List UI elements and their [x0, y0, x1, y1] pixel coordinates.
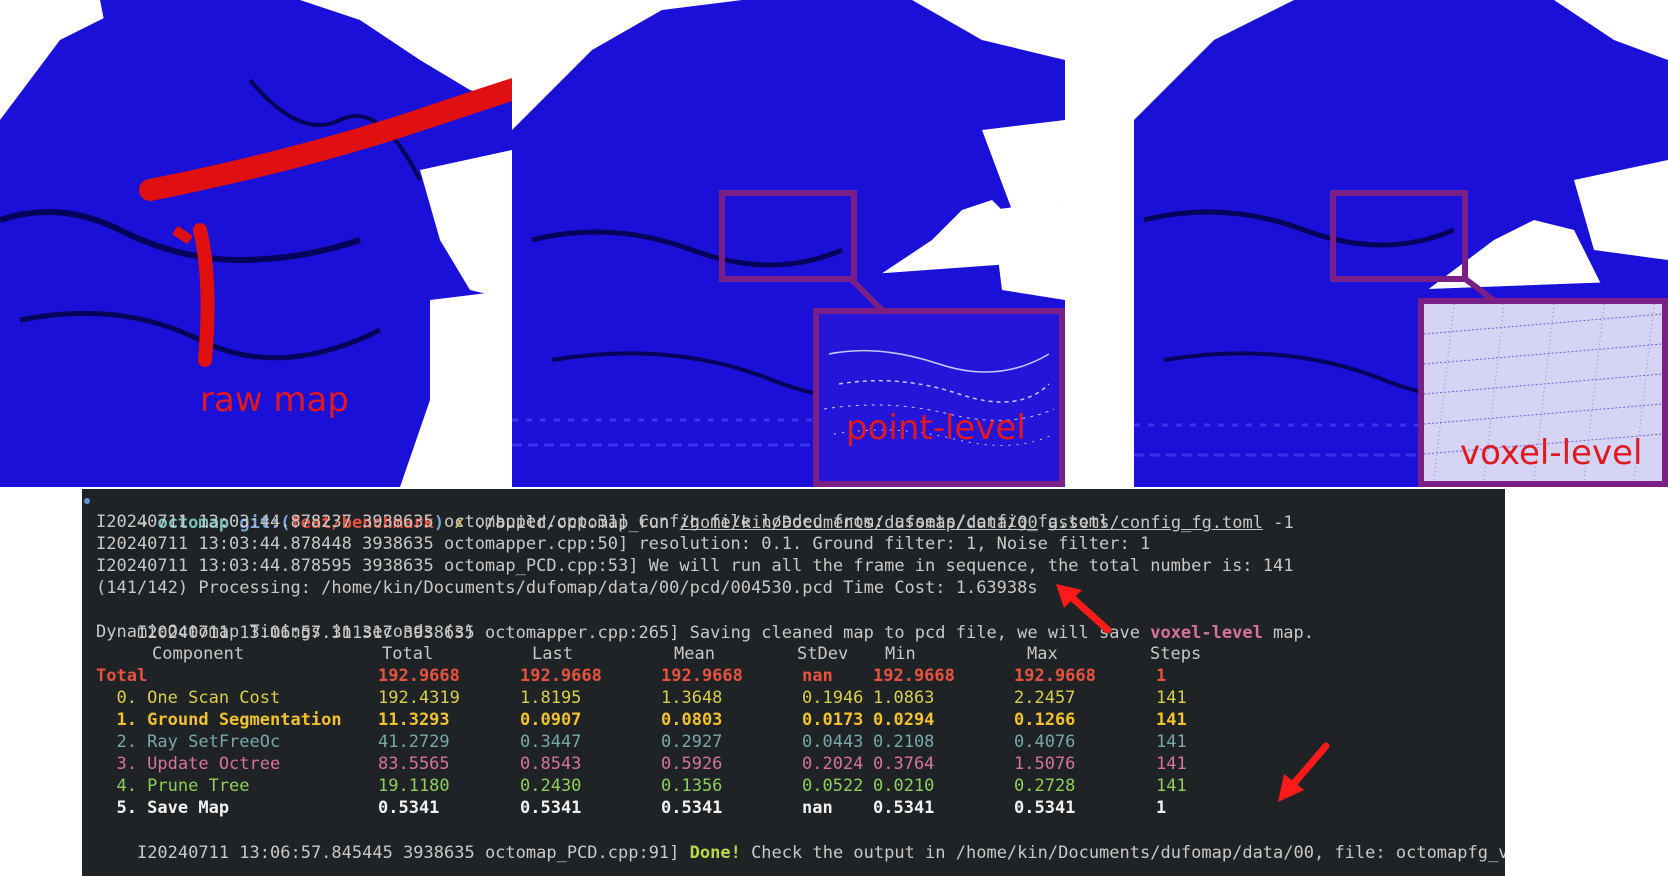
table-header-min: Min	[885, 644, 916, 664]
table-cell-max: 0.1266	[1014, 710, 1076, 730]
table-header-total: Total	[382, 644, 434, 664]
log-line: I20240711 13:03:44.878237 3938635 octoma…	[96, 512, 1110, 532]
save-log-line: I20240711 13:06:57.311317 3938635 octoma…	[96, 599, 1314, 643]
point-level-label: point-level	[846, 408, 1026, 448]
table-cell-max: 0.2728	[1014, 776, 1076, 796]
table-cell-max: 2.2457	[1014, 688, 1076, 708]
table-cell-last: 0.2430	[520, 776, 582, 796]
table-cell-component: 2. Ray SetFreeOc	[96, 732, 281, 752]
table-cell-steps: 141	[1156, 732, 1187, 752]
table-cell-last: 1.8195	[520, 688, 582, 708]
table-cell-mean: 192.9668	[661, 666, 743, 686]
table-cell-last: 0.8543	[520, 754, 582, 774]
raw-map-panel: raw map	[0, 0, 512, 487]
table-header-stdev: StDev	[797, 644, 849, 664]
log-line: (141/142) Processing: /home/kin/Document…	[96, 578, 1038, 598]
timings-title: DynamicOctomap Timings in seconds (s)	[96, 622, 475, 642]
terminal-window[interactable]: → octomap git:(feat/benchmark) ✗ ./build…	[82, 489, 1505, 876]
table-cell-min: 192.9668	[873, 666, 955, 686]
table-cell-last: 0.5341	[520, 798, 582, 818]
table-cell-min: 1.0863	[873, 688, 935, 708]
table-cell-stdev: 0.1946	[802, 688, 864, 708]
table-cell-mean: 0.5341	[661, 798, 723, 818]
table-header-last: Last	[532, 644, 573, 664]
table-cell-min: 0.5341	[873, 798, 935, 818]
table-cell-min: 0.0210	[873, 776, 935, 796]
table-cell-component: 3. Update Octree	[96, 754, 281, 774]
table-cell-component: 4. Prune Tree	[96, 776, 250, 796]
table-header-component: Component	[152, 644, 245, 664]
table-cell-component: 1. Ground Segmentation	[96, 710, 342, 730]
table-cell-component: Total	[96, 666, 148, 686]
table-cell-steps: 141	[1156, 688, 1187, 708]
table-cell-total: 19.1180	[378, 776, 450, 796]
log-line: I20240711 13:03:44.878595 3938635 octoma…	[96, 556, 1294, 576]
table-cell-total: 41.2729	[378, 732, 450, 752]
point-level-panel: point-level	[512, 0, 1065, 487]
table-cell-max: 0.5341	[1014, 798, 1076, 818]
annotation-arrow-output-file	[1278, 742, 1330, 802]
table-cell-total: 0.5341	[378, 798, 440, 818]
prompt-arg-num: -1	[1273, 513, 1294, 533]
log-line: I20240711 13:03:44.878448 3938635 octoma…	[96, 534, 1151, 554]
done-line-suffix: Check the output in /home/kin/Documents/…	[751, 843, 1505, 863]
table-header-mean: Mean	[674, 644, 715, 664]
table-cell-max: 1.5076	[1014, 754, 1076, 774]
table-cell-total: 83.5565	[378, 754, 450, 774]
save-line-highlight: voxel-level	[1150, 623, 1263, 643]
table-header-steps: Steps	[1150, 644, 1202, 664]
table-cell-min: 0.2108	[873, 732, 935, 752]
done-line-done: Done!	[689, 843, 741, 863]
table-cell-steps: 141	[1156, 710, 1187, 730]
annotation-arrow-voxel-level	[1056, 584, 1112, 634]
table-cell-stdev: nan	[802, 798, 833, 818]
table-cell-total: 192.4319	[378, 688, 460, 708]
table-cell-steps: 1	[1156, 798, 1167, 818]
done-line-prefix: I20240711 13:06:57.845445 3938635 octoma…	[136, 843, 690, 863]
point-level-zoom-inset	[813, 308, 1065, 487]
blank-margin	[1505, 489, 1668, 876]
table-cell-stdev: nan	[802, 666, 833, 686]
table-cell-component: 0. One Scan Cost	[96, 688, 281, 708]
prompt-line: → octomap git:(feat/benchmark) ✗ ./build…	[96, 489, 1294, 533]
table-cell-mean: 0.2927	[661, 732, 723, 752]
table-cell-steps: 141	[1156, 754, 1187, 774]
table-cell-steps: 141	[1156, 776, 1187, 796]
table-cell-min: 0.3764	[873, 754, 935, 774]
table-cell-stdev: 0.0522	[802, 776, 864, 796]
point-level-inset-texture	[819, 314, 1059, 481]
table-cell-mean: 0.1356	[661, 776, 723, 796]
table-cell-stdev: 0.2024	[802, 754, 864, 774]
done-log-line: I20240711 13:06:57.845445 3938635 octoma…	[96, 819, 1505, 863]
table-cell-total: 192.9668	[378, 666, 460, 686]
table-cell-component: 5. Save Map	[96, 798, 230, 818]
table-cell-min: 0.0294	[873, 710, 935, 730]
table-cell-total: 11.3293	[378, 710, 450, 730]
table-cell-mean: 1.3648	[661, 688, 723, 708]
table-cell-mean: 0.0803	[661, 710, 723, 730]
table-cell-last: 0.0907	[520, 710, 582, 730]
table-cell-stdev: 0.0443	[802, 732, 864, 752]
voxel-level-panel: voxel-level	[1134, 0, 1668, 487]
table-cell-steps: 1	[1156, 666, 1167, 686]
table-cell-stdev: 0.0173	[802, 710, 864, 730]
save-line-suffix: map.	[1262, 623, 1314, 643]
voxel-level-label: voxel-level	[1460, 433, 1643, 473]
prompt-indicator-dot	[84, 498, 90, 504]
table-header-max: Max	[1027, 644, 1058, 664]
table-cell-max: 192.9668	[1014, 666, 1096, 686]
table-cell-max: 0.4076	[1014, 732, 1076, 752]
table-cell-last: 192.9668	[520, 666, 602, 686]
raw-map-label: raw map	[200, 380, 349, 420]
table-cell-mean: 0.5926	[661, 754, 723, 774]
table-cell-last: 0.3447	[520, 732, 582, 752]
